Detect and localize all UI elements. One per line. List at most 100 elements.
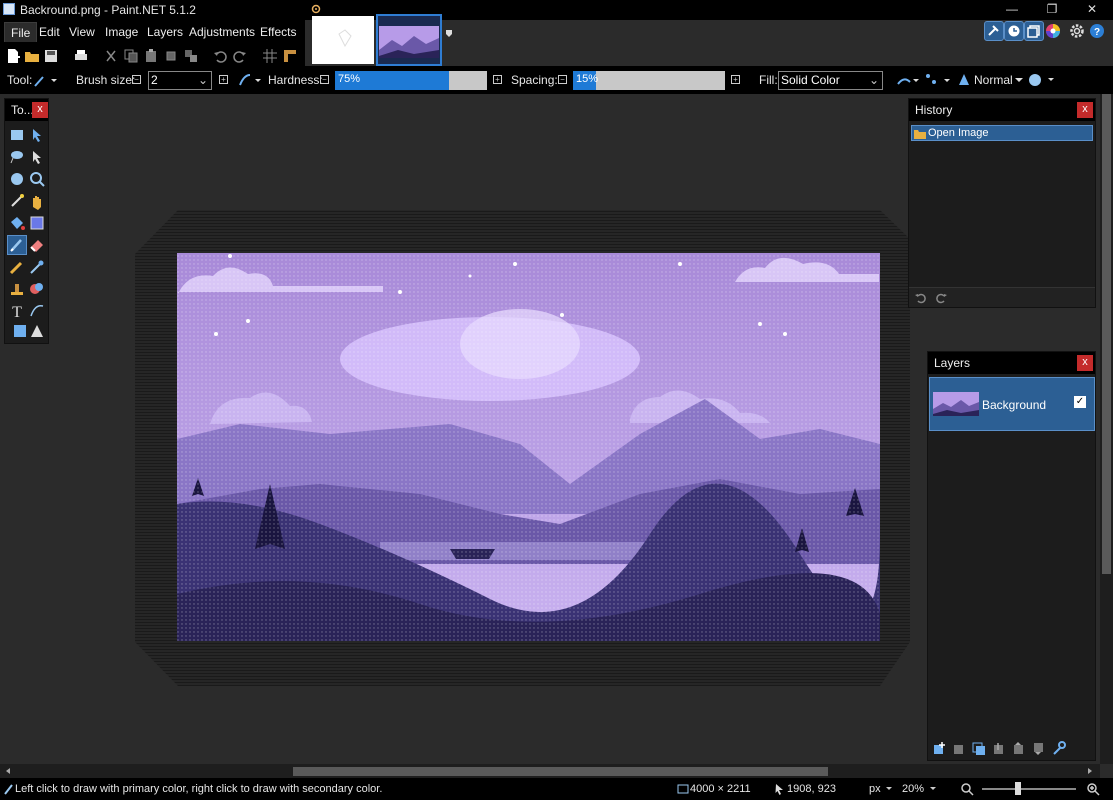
line-curve-tool[interactable]: [27, 301, 47, 321]
history-window-button[interactable]: [1004, 21, 1024, 41]
paint-bucket-tool[interactable]: [7, 213, 27, 233]
recolor-icon: [30, 283, 43, 294]
help-button[interactable]: ?: [1088, 21, 1108, 41]
zoom-level[interactable]: 20%: [902, 783, 924, 795]
rectangle-select-tool[interactable]: [7, 125, 27, 145]
blend-mode-value[interactable]: Normal: [974, 73, 1013, 87]
sampling-dropdown[interactable]: [924, 72, 952, 88]
spacing-slider[interactable]: 15%: [573, 71, 725, 90]
ellipse-select-tool[interactable]: [7, 169, 27, 189]
layers-window-button[interactable]: [1024, 21, 1044, 41]
deselect-icon[interactable]: [183, 48, 199, 64]
menu-effects[interactable]: Effects: [254, 22, 302, 42]
fill-select[interactable]: Solid Color ⌄: [778, 71, 883, 90]
tools-panel-close[interactable]: x: [32, 102, 48, 118]
layer-name: Background: [982, 398, 1047, 412]
window-title: Backround.png - Paint.NET 5.1.2: [20, 3, 196, 17]
move-layer-down-icon[interactable]: [1031, 740, 1047, 756]
document-thumb-untitled[interactable]: [312, 16, 374, 64]
menu-layers[interactable]: Layers: [141, 22, 189, 42]
vertical-scrollbar[interactable]: [1100, 94, 1113, 764]
zoom-tool[interactable]: [27, 169, 47, 189]
layer-properties-icon[interactable]: [1051, 740, 1067, 756]
recolor-tool[interactable]: [27, 279, 47, 299]
tools-panel: To... x T: [4, 98, 49, 344]
menu-image[interactable]: Image: [99, 22, 144, 42]
move-layer-up-icon[interactable]: [1011, 740, 1027, 756]
pencil-tool[interactable]: [7, 257, 27, 277]
menu-adjustments[interactable]: Adjustments: [183, 22, 261, 42]
add-layer-icon[interactable]: [931, 740, 947, 756]
horizontal-scrollbar[interactable]: [0, 764, 1100, 778]
tools-window-button[interactable]: [984, 21, 1004, 41]
redo-icon[interactable]: [232, 48, 248, 64]
document-thumb-backround[interactable]: [376, 14, 442, 66]
vertical-scrollbar-thumb[interactable]: [1102, 94, 1111, 574]
layer-item-background[interactable]: Background ✓: [929, 377, 1095, 431]
eraser-tool[interactable]: [27, 235, 47, 255]
shapes-tool[interactable]: [11, 321, 43, 341]
cut-icon[interactable]: [103, 48, 119, 64]
pan-tool[interactable]: [27, 191, 47, 211]
history-item[interactable]: Open Image: [911, 125, 1093, 141]
brush-size-increase[interactable]: +: [219, 75, 228, 84]
settings-button[interactable]: [1068, 21, 1088, 41]
hardness-increase[interactable]: +: [493, 75, 502, 84]
paste-icon[interactable]: [143, 48, 159, 64]
minimize-button[interactable]: —: [992, 0, 1032, 20]
paintbrush-tool[interactable]: [7, 235, 27, 255]
paintbrush-tool-dropdown[interactable]: [33, 72, 57, 88]
color-picker-tool[interactable]: [27, 257, 47, 277]
crop-icon[interactable]: [163, 48, 179, 64]
layers-panel-close[interactable]: x: [1077, 355, 1093, 371]
scroll-right-icon[interactable]: [1086, 767, 1094, 775]
copy-icon[interactable]: [123, 48, 139, 64]
close-window-button[interactable]: ✕: [1072, 0, 1112, 20]
open-folder-icon[interactable]: [24, 48, 40, 64]
lasso-select-tool[interactable]: [7, 147, 27, 167]
gradient-tool[interactable]: [27, 213, 47, 233]
menu-view[interactable]: View: [63, 22, 101, 42]
hardness-decrease[interactable]: −: [320, 75, 329, 84]
horizontal-scrollbar-thumb[interactable]: [293, 767, 828, 776]
menu-edit[interactable]: Edit: [33, 22, 66, 42]
merge-layer-down-icon[interactable]: [991, 740, 1007, 756]
brush-size-input[interactable]: 2 ⌄: [148, 71, 212, 90]
chevron-down-icon[interactable]: [885, 786, 893, 792]
colors-window-button[interactable]: [1044, 21, 1064, 41]
new-file-icon[interactable]: [5, 48, 21, 64]
delete-layer-icon[interactable]: [951, 740, 967, 756]
hardness-slider[interactable]: 75%: [335, 71, 487, 90]
redo-icon[interactable]: [934, 291, 948, 305]
history-panel-close[interactable]: x: [1077, 102, 1093, 118]
clone-stamp-tool[interactable]: [7, 279, 27, 299]
text-tool[interactable]: T: [7, 301, 27, 321]
chevron-down-icon[interactable]: [1014, 76, 1024, 84]
brush-size-decrease[interactable]: −: [132, 75, 141, 84]
move-selected-tool[interactable]: [27, 125, 47, 145]
print-icon[interactable]: [73, 48, 89, 64]
zoom-slider-thumb[interactable]: [1015, 782, 1021, 795]
undo-icon[interactable]: [914, 291, 928, 305]
zoom-slider[interactable]: [982, 788, 1076, 790]
alpha-blending-dropdown[interactable]: [1026, 71, 1056, 89]
move-selection-tool[interactable]: [27, 147, 47, 167]
antialias-dropdown[interactable]: [237, 72, 263, 88]
ruler-icon[interactable]: [282, 48, 298, 64]
spacing-decrease[interactable]: −: [558, 75, 567, 84]
fill-mode-dropdown[interactable]: [895, 72, 921, 88]
units-selector[interactable]: px: [869, 783, 881, 795]
undo-icon[interactable]: [212, 48, 228, 64]
scroll-left-icon[interactable]: [4, 767, 12, 775]
restore-button[interactable]: ❐: [1032, 0, 1072, 20]
pin-icon[interactable]: [444, 28, 454, 38]
spacing-increase[interactable]: +: [731, 75, 740, 84]
zoom-in-icon[interactable]: [1086, 782, 1100, 796]
duplicate-layer-icon[interactable]: [971, 740, 987, 756]
grid-icon[interactable]: [262, 48, 278, 64]
save-icon[interactable]: [43, 48, 59, 64]
magic-wand-tool[interactable]: [7, 191, 27, 211]
zoom-out-icon[interactable]: [960, 782, 974, 796]
layer-visibility-checkbox[interactable]: ✓: [1074, 396, 1086, 408]
chevron-down-icon[interactable]: [929, 786, 937, 792]
